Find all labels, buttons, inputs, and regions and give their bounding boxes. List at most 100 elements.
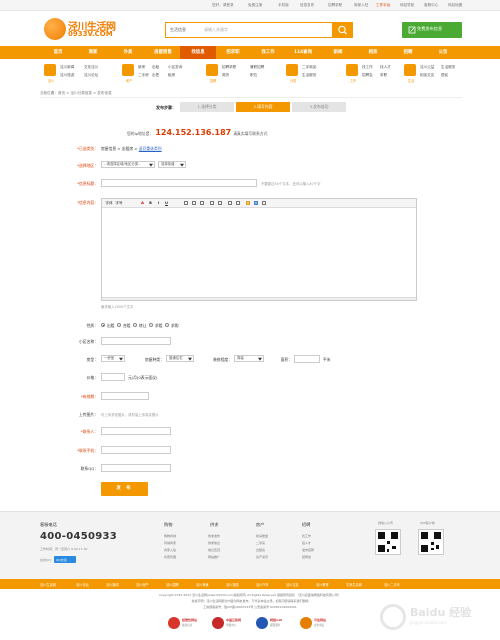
valid-input[interactable]	[101, 392, 149, 400]
trust-badge[interactable]: 可信网站 身份验证	[300, 616, 342, 630]
font-size-tool[interactable]: 字号	[115, 201, 123, 206]
street-select[interactable]: 选择街道	[158, 161, 186, 168]
category-link[interactable]: 兼职招聘	[250, 65, 264, 70]
friend-link[interactable]: 泾川旅游	[226, 582, 239, 587]
nav-item-114[interactable]: 114查询	[285, 46, 321, 59]
friend-link[interactable]: 泾川房产	[136, 582, 149, 587]
house-type-select[interactable]: 一房室	[101, 355, 125, 362]
search-category-select[interactable]: 生活信息	[170, 27, 186, 33]
align-left-icon[interactable]	[184, 201, 188, 205]
top-link-6[interactable]: 客服中心	[424, 3, 438, 8]
footer-link[interactable]: 招聘会	[302, 555, 311, 559]
top-link-1[interactable]: 手机版	[278, 3, 289, 8]
friend-link[interactable]: 泾川美食	[196, 582, 209, 587]
search-box[interactable]: 生活信息 请输入关键字	[165, 22, 353, 38]
category-link[interactable]: 泾川论坛	[84, 73, 98, 78]
region-select[interactable]: --请选择区域/地区分类--	[101, 161, 155, 168]
category-link[interactable]: 二手房	[138, 73, 149, 78]
top-link-4[interactable]: 商家入驻	[354, 3, 368, 8]
footer-link[interactable]: 新房楼盘	[256, 534, 268, 538]
category-link[interactable]: 招聘求职	[222, 65, 236, 70]
search-button[interactable]	[332, 22, 353, 38]
community-input[interactable]	[101, 337, 171, 345]
nature-radio-transfer[interactable]	[133, 323, 137, 327]
nav-item-news[interactable]: 新闻	[320, 46, 356, 59]
category-link[interactable]: 出租	[152, 65, 159, 70]
category-link[interactable]: 新房	[138, 65, 145, 70]
align-right-icon[interactable]	[200, 201, 204, 205]
category-link[interactable]: 生活服务	[302, 73, 316, 78]
top-link-7[interactable]: 网站地图	[448, 3, 462, 8]
nav-item-jobs[interactable]: 招求职	[215, 46, 251, 59]
friend-link[interactable]: 平凉生活网	[346, 582, 362, 587]
underline-tool[interactable]: U	[164, 201, 169, 206]
link-icon[interactable]	[262, 201, 266, 205]
category-link[interactable]: 找工作	[362, 65, 373, 70]
category-link[interactable]: 简历	[222, 73, 229, 78]
emoticon-icon[interactable]	[246, 201, 250, 205]
nav-item-house[interactable]: 房屋租售	[145, 46, 181, 59]
indent-icon[interactable]	[228, 201, 232, 205]
font-family-tool[interactable]: 字体	[105, 201, 113, 206]
friend-link[interactable]: 泾川新闻	[106, 582, 119, 587]
decoration-select[interactable]: 简装	[234, 355, 264, 362]
welcome-text[interactable]: 您好，请登录	[212, 3, 234, 8]
friend-link[interactable]: 泾川论坛	[76, 582, 89, 587]
title-input[interactable]	[101, 179, 257, 187]
category-link[interactable]: 文化泾川	[84, 65, 98, 70]
top-link-3[interactable]: 招聘求职	[328, 3, 342, 8]
area-input[interactable]	[294, 355, 320, 363]
friend-link[interactable]: 泾川汽车	[256, 582, 269, 587]
search-input[interactable]: 请输入关键字	[204, 27, 228, 33]
price-input[interactable]	[101, 373, 125, 381]
category-link[interactable]: 相亲交友	[420, 73, 434, 78]
nature-radio-share[interactable]	[117, 323, 121, 327]
footer-link[interactable]: 信息置顶	[208, 548, 220, 552]
publish-free-button[interactable]: 免费发布信息	[402, 22, 462, 38]
footer-link[interactable]: 房产资讯	[256, 555, 268, 559]
nature-radio-seek-buy[interactable]	[165, 323, 169, 327]
footer-link[interactable]: 供求信息	[208, 541, 220, 545]
submit-button[interactable]: 发 布	[101, 482, 148, 496]
category-link[interactable]: 泾川新闻	[60, 65, 74, 70]
footer-link[interactable]: 商家管理	[164, 555, 176, 559]
nav-item-notice[interactable]: 公告	[425, 46, 461, 59]
trust-badge[interactable]: 经营性网站 备案信息	[168, 616, 210, 630]
nav-item-dating[interactable]: 相亲	[355, 46, 391, 59]
category-link[interactable]: 便民	[441, 73, 448, 78]
footer-link[interactable]: 找工作	[302, 534, 311, 538]
top-link-register[interactable]: 免费注册	[248, 3, 262, 8]
qq-input[interactable]	[101, 464, 171, 472]
house-kind-select[interactable]: 普通住宅	[166, 355, 194, 362]
nav-item-hire[interactable]: 招聘	[390, 46, 426, 59]
friend-link[interactable]: 泾川二手车	[384, 582, 400, 587]
editor-resize-handle[interactable]	[102, 297, 416, 300]
footer-link[interactable]: 商家入驻	[164, 548, 176, 552]
footer-link[interactable]: 购物商城	[164, 534, 176, 538]
nav-item-shops[interactable]: 商家	[75, 46, 111, 59]
footer-link[interactable]: 供求发布	[208, 534, 220, 538]
outdent-icon[interactable]	[236, 201, 240, 205]
category-link[interactable]: 泾川旅游	[60, 73, 74, 78]
align-center-icon[interactable]	[192, 201, 196, 205]
top-link-5[interactable]: 网站导航	[400, 3, 414, 8]
qq-chat-button[interactable]: QQ交谈	[54, 556, 76, 563]
trust-badge[interactable]: 网络110 报警服务	[256, 616, 298, 630]
category-link[interactable]: 求职	[380, 73, 387, 78]
category-link[interactable]: 找人才	[380, 65, 391, 70]
footer-link[interactable]: 招人才	[302, 541, 311, 545]
friend-link[interactable]: 泾川招聘	[166, 582, 179, 587]
bold-tool[interactable]: B	[148, 201, 153, 206]
nature-radio-rent[interactable]	[101, 323, 105, 327]
top-link-2[interactable]: 信息发布	[300, 3, 314, 8]
category-link[interactable]: 小区查询	[168, 65, 182, 70]
category-link[interactable]: 泾川公益	[420, 65, 434, 70]
nav-item-home[interactable]: 首页	[40, 46, 76, 59]
trust-badge[interactable]: 中国互联网 举报中心	[212, 616, 254, 630]
nav-item-takeaway[interactable]: 外卖	[110, 46, 146, 59]
category-link[interactable]: 招聘会	[362, 73, 373, 78]
unordered-list-icon[interactable]	[218, 201, 222, 205]
image-icon[interactable]	[254, 201, 258, 205]
category-link[interactable]: 二手商品	[302, 65, 316, 70]
font-color-tool[interactable]: A	[140, 201, 145, 206]
